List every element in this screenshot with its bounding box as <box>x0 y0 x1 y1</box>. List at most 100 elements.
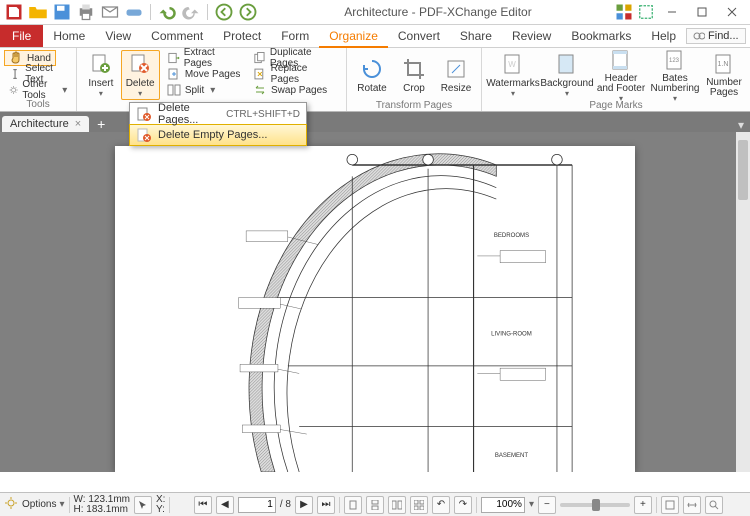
header-footer-label: Header and Footer <box>595 74 647 94</box>
extract-pages[interactable]: Extract Pages <box>162 50 246 66</box>
delete-empty-pages-item[interactable]: Delete Empty Pages... <box>129 124 307 146</box>
move-pages[interactable]: Move Pages <box>162 66 246 82</box>
page-number-input[interactable] <box>238 497 276 513</box>
layout-single-icon[interactable] <box>344 496 362 514</box>
document-tab[interactable]: Architecture × <box>2 116 89 132</box>
open-icon[interactable] <box>28 2 48 22</box>
tab-organize[interactable]: Organize <box>319 25 388 48</box>
delete-empty-label: Delete Empty Pages... <box>158 129 300 141</box>
resize-icon <box>444 57 468 81</box>
bates-button[interactable]: 123Bates Numbering▾ <box>648 50 702 100</box>
next-page-button[interactable]: ▶ <box>295 496 313 514</box>
first-page-button[interactable]: ⏮ <box>194 496 212 514</box>
tab-view[interactable]: View <box>95 25 141 47</box>
mail-icon[interactable] <box>100 2 120 22</box>
zoom-slider[interactable] <box>560 503 630 507</box>
watermarks-button[interactable]: WWatermarks▾ <box>486 50 540 100</box>
tab-comment[interactable]: Comment <box>141 25 213 47</box>
vertical-scrollbar[interactable] <box>736 132 750 472</box>
tab-help[interactable]: Help <box>641 25 686 47</box>
tab-home[interactable]: Home <box>43 25 95 47</box>
watermark-icon: W <box>501 52 525 76</box>
ui-options-icon[interactable] <box>614 2 634 22</box>
find-button[interactable]: Find... <box>686 28 746 44</box>
header-footer-button[interactable]: Header and Footer▾ <box>594 50 648 100</box>
close-button[interactable] <box>718 1 746 23</box>
delete-pages-label: Delete Pages... <box>158 102 220 126</box>
insert-button[interactable]: Insert▾ <box>81 50 120 100</box>
text-cursor-icon <box>9 67 21 81</box>
bates-label: Bates Numbering <box>649 74 701 94</box>
other-tools[interactable]: Other Tools▾ <box>4 82 72 98</box>
rotate-cw-icon[interactable]: ↷ <box>454 496 472 514</box>
hand-icon <box>9 51 23 65</box>
move-label: Move Pages <box>185 69 241 80</box>
fit-width-icon[interactable] <box>683 496 701 514</box>
zoom-actual-icon[interactable] <box>705 496 723 514</box>
crop-button[interactable]: Crop <box>393 50 435 100</box>
fit-page-icon[interactable] <box>661 496 679 514</box>
options-button[interactable]: Options▾ <box>22 499 65 510</box>
tab-share[interactable]: Share <box>450 25 502 47</box>
svg-text:123: 123 <box>669 58 680 64</box>
rotate-ccw-icon[interactable]: ↶ <box>432 496 450 514</box>
app-icon[interactable] <box>4 2 24 22</box>
window-controls <box>614 1 750 23</box>
svg-text:BASEMENT: BASEMENT <box>495 453 529 459</box>
swap-pages[interactable]: Swap Pages <box>248 82 342 98</box>
minimize-button[interactable] <box>658 1 686 23</box>
launch-icon[interactable] <box>636 2 656 22</box>
resize-button[interactable]: Resize <box>435 50 477 100</box>
tab-bookmarks[interactable]: Bookmarks <box>561 25 641 47</box>
window-title: Architecture - PDF-XChange Editor <box>262 5 614 19</box>
zoom-out-button[interactable]: − <box>538 496 556 514</box>
print-icon[interactable] <box>76 2 96 22</box>
split-pages[interactable]: Split▾ <box>162 82 246 98</box>
nav-fwd-icon[interactable] <box>238 2 258 22</box>
file-tab[interactable]: File <box>0 25 43 47</box>
menu-bar: File Home View Comment Protect Form Orga… <box>0 25 750 48</box>
delete-empty-icon <box>136 127 152 143</box>
zoom-in-button[interactable]: + <box>634 496 652 514</box>
last-page-button[interactable]: ⏭ <box>317 496 335 514</box>
save-icon[interactable] <box>52 2 72 22</box>
tab-convert[interactable]: Convert <box>388 25 450 47</box>
nav-back-icon[interactable] <box>214 2 234 22</box>
scrollbar-thumb[interactable] <box>738 140 748 200</box>
delete-pages-item[interactable]: Delete Pages... CTRL+SHIFT+D <box>130 103 306 125</box>
pdf-page: BEDROOMS LIVING-ROOM BASEMENT <box>115 146 635 472</box>
tab-options-icon[interactable]: ▾ <box>732 118 750 132</box>
status-bar: Options▾ W: 123.1mm H: 183.1mm X:Y: ⏮ ◀ … <box>0 492 750 516</box>
background-button[interactable]: Background▾ <box>540 50 594 100</box>
group-transform-label: Transform Pages <box>351 100 477 112</box>
layout-two-icon[interactable] <box>388 496 406 514</box>
zoom-input[interactable] <box>481 497 525 513</box>
scan-icon[interactable] <box>124 2 144 22</box>
delete-button[interactable]: Delete▾ <box>121 50 160 100</box>
layout-two-cont-icon[interactable] <box>410 496 428 514</box>
redo-icon[interactable] <box>181 2 201 22</box>
document-canvas[interactable]: BEDROOMS LIVING-ROOM BASEMENT <box>0 132 750 472</box>
tab-protect[interactable]: Protect <box>213 25 271 47</box>
number-pages-button[interactable]: 1.NNumber Pages <box>702 50 746 100</box>
add-tab-button[interactable]: + <box>91 116 111 132</box>
quick-access-toolbar <box>0 2 262 22</box>
delete-pages-shortcut: CTRL+SHIFT+D <box>226 109 300 120</box>
rotate-button[interactable]: Rotate <box>351 50 393 100</box>
maximize-button[interactable] <box>688 1 716 23</box>
replace-icon <box>253 67 267 81</box>
replace-pages[interactable]: Replace Pages <box>248 66 342 82</box>
zoom-knob[interactable] <box>592 499 600 511</box>
prev-page-button[interactable]: ◀ <box>216 496 234 514</box>
close-tab-icon[interactable]: × <box>75 118 81 130</box>
title-bar: Architecture - PDF-XChange Editor <box>0 0 750 25</box>
undo-icon[interactable] <box>157 2 177 22</box>
number-icon: 1.N <box>712 52 736 76</box>
gear-icon <box>9 83 18 97</box>
tab-review[interactable]: Review <box>502 25 561 47</box>
layout-continuous-icon[interactable] <box>366 496 384 514</box>
tab-form[interactable]: Form <box>271 25 319 47</box>
hand-label: Hand <box>27 53 51 64</box>
cursor-pos-icon[interactable] <box>134 496 152 514</box>
background-label: Background <box>540 78 593 89</box>
